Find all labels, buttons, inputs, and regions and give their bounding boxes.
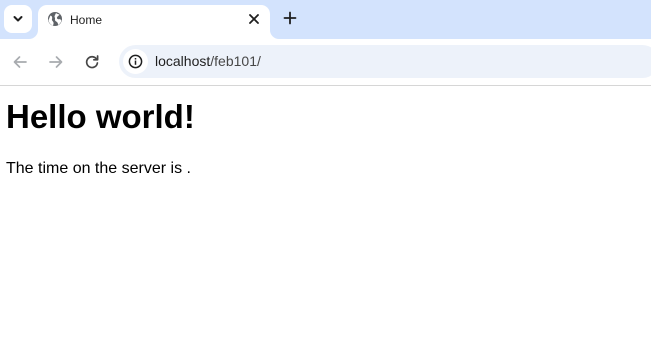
url-text[interactable]: localhost/feb101/ bbox=[155, 53, 261, 69]
chevron-down-icon bbox=[13, 16, 23, 22]
tab-home[interactable]: Home bbox=[38, 5, 270, 39]
tab-search-button[interactable] bbox=[4, 5, 32, 33]
site-info-button[interactable] bbox=[123, 49, 148, 74]
reload-button[interactable] bbox=[80, 50, 104, 74]
page-content: Hello world! The time on the server is . bbox=[0, 86, 651, 359]
new-tab-button[interactable] bbox=[278, 6, 302, 30]
browser-toolbar: localhost/feb101/ bbox=[0, 39, 651, 86]
tab-strip: Home bbox=[0, 0, 651, 39]
back-button[interactable] bbox=[8, 50, 32, 74]
reload-icon bbox=[85, 55, 99, 69]
plus-icon bbox=[283, 11, 297, 25]
arrow-right-icon bbox=[49, 56, 63, 68]
forward-button[interactable] bbox=[44, 50, 68, 74]
address-bar[interactable]: localhost/feb101/ bbox=[119, 45, 651, 78]
info-icon bbox=[128, 54, 143, 69]
globe-icon bbox=[48, 12, 62, 26]
server-time-text: The time on the server is . bbox=[6, 160, 191, 177]
close-icon bbox=[249, 14, 259, 24]
tab-title: Home bbox=[70, 13, 103, 27]
tab-close-button[interactable] bbox=[246, 11, 262, 27]
url-host: localhost bbox=[155, 53, 211, 69]
page-heading: Hello world! bbox=[6, 98, 195, 135]
arrow-left-icon bbox=[13, 56, 27, 68]
url-path: /feb101/ bbox=[210, 53, 261, 69]
